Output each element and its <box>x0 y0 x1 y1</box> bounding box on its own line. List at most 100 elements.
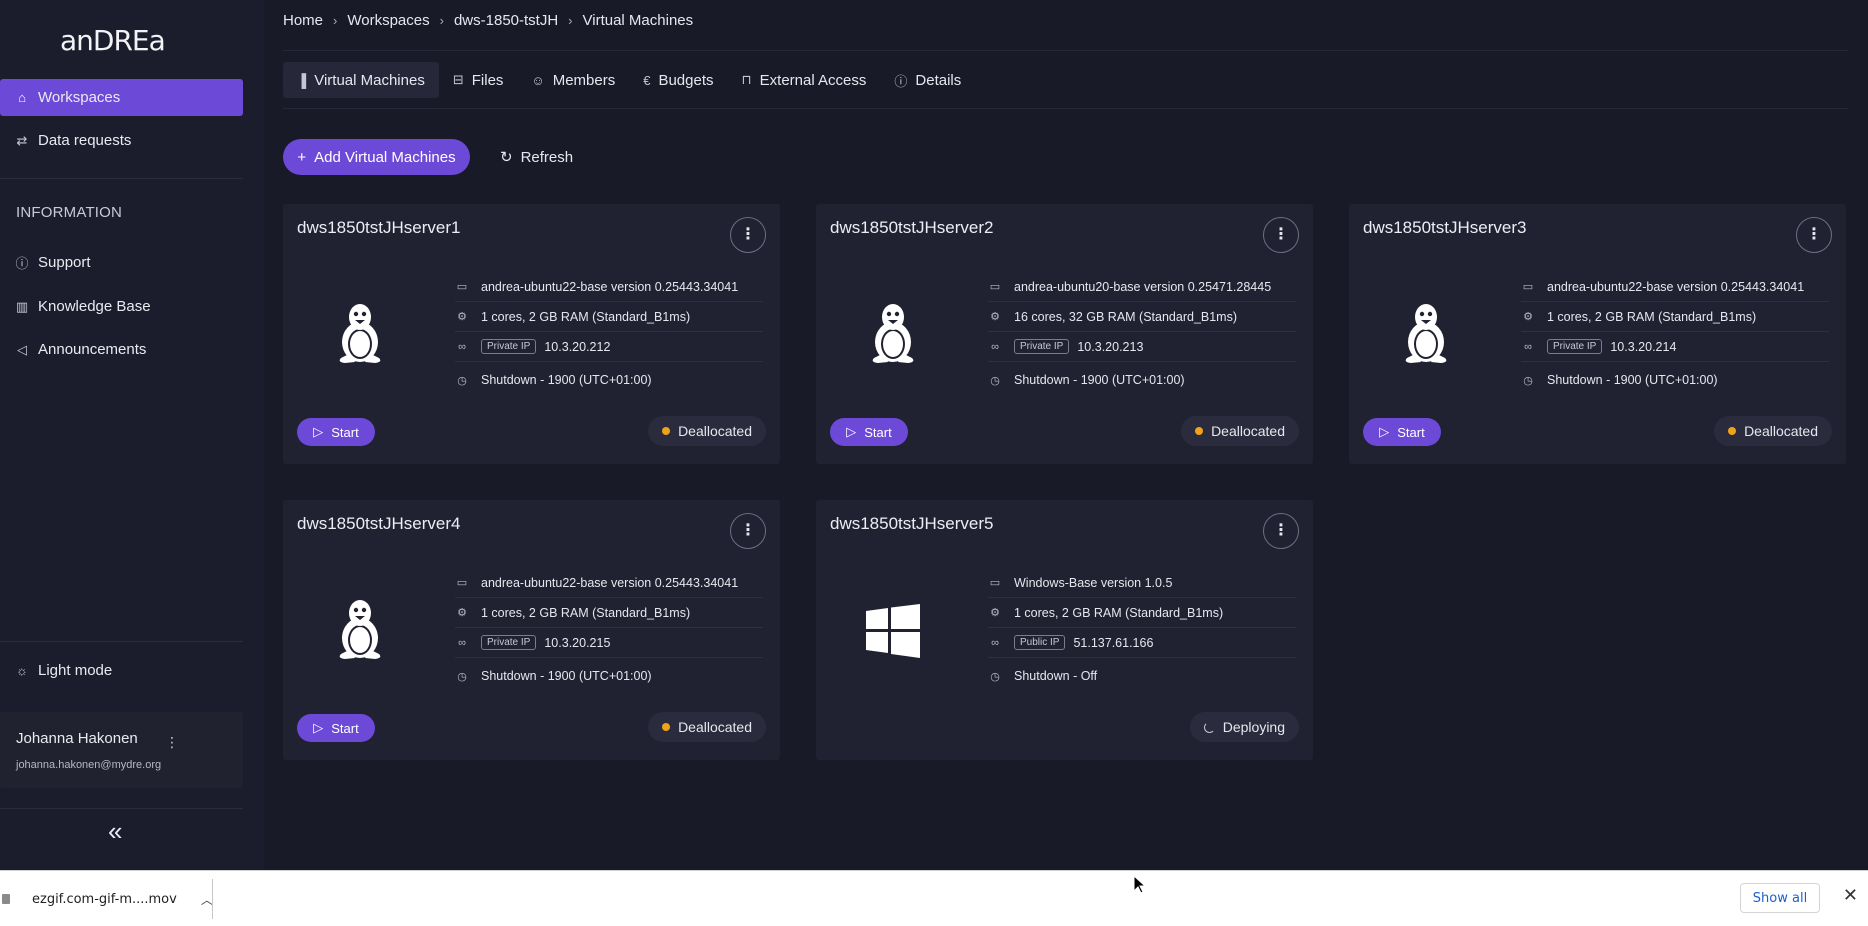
link-icon: ∞ <box>991 340 999 353</box>
sidebar-item-data-requests[interactable]: ⇄ Data requests <box>0 122 243 159</box>
vm-shutdown: Shutdown - 1900 (UTC+01:00) <box>1014 373 1185 387</box>
sidebar-item-label: Knowledge Base <box>38 298 151 315</box>
vm-shutdown-row: ◷ Shutdown - 1900 (UTC+01:00) <box>455 658 763 694</box>
vm-size-row: ⚙ 16 cores, 32 GB RAM (Standard_B1ms) <box>988 302 1296 332</box>
app-logo[interactable]: anDREa <box>60 20 182 60</box>
linux-tux-icon <box>866 300 920 364</box>
vm-name: dws1850tstJHserver2 <box>830 218 994 237</box>
chevron-right-icon: › <box>568 13 573 28</box>
show-all-button[interactable]: Show all <box>1740 883 1820 913</box>
euro-icon: € <box>643 72 651 88</box>
cpu-icon: ⚙ <box>1523 311 1533 323</box>
users-icon: ☺ <box>531 72 545 88</box>
refresh-button-label: Refresh <box>520 148 574 166</box>
breadcrumb-home[interactable]: Home <box>283 12 323 29</box>
vm-options-icon[interactable]: ⋮ <box>730 513 766 549</box>
tab-files[interactable]: ⊟ Files <box>439 62 518 98</box>
play-icon: ▷ <box>846 424 857 439</box>
tab-label: Members <box>552 71 616 89</box>
play-icon: ▷ <box>1379 424 1390 439</box>
vm-shutdown-row: ◷ Shutdown - 1900 (UTC+01:00) <box>1521 362 1829 398</box>
vm-ip: 10.3.20.215 <box>544 635 611 650</box>
tabs-divider <box>283 108 1848 109</box>
add-button-label: Add Virtual Machines <box>314 148 456 166</box>
refresh-button[interactable]: ↻ Refresh <box>500 139 580 175</box>
user-card: Johanna Hakonen johanna.hakonen@mydre.or… <box>0 712 243 788</box>
download-bar: ezgif.com-gif-m....mov ︿ Show all ✕ <box>0 870 1868 926</box>
vm-ip-row: ∞ Private IP 10.3.20.212 <box>455 332 763 362</box>
status-badge: Deallocated <box>648 712 766 742</box>
tab-members[interactable]: ☺ Members <box>517 62 629 98</box>
add-virtual-machines-button[interactable]: + Add Virtual Machines <box>283 139 470 175</box>
play-icon: ▷ <box>313 424 324 439</box>
sidebar-item-knowledge-base[interactable]: ▥ Knowledge Base <box>0 288 243 325</box>
info-circle-icon: ⓘ <box>15 256 29 271</box>
clock-icon: ◷ <box>990 670 1000 683</box>
cpu-icon: ⚙ <box>457 311 467 323</box>
start-button[interactable]: ▷ Start <box>297 714 375 742</box>
tab-bar: ▐ Virtual Machines ⊟ Files ☺ Members € B… <box>283 62 975 98</box>
storage-icon: ⊟ <box>452 72 464 87</box>
monitor-icon: ▭ <box>989 577 1001 589</box>
vm-image-row: ▭ andrea-ubuntu22-base version 0.25443.3… <box>455 568 763 598</box>
user-menu-icon[interactable]: ⋮ <box>165 734 179 751</box>
mouse-cursor-icon <box>1134 876 1146 894</box>
start-button[interactable]: ▷ Start <box>297 418 375 446</box>
start-button[interactable]: ▷ Start <box>1363 418 1441 446</box>
linux-tux-icon <box>333 300 387 364</box>
vm-name: dws1850tstJHserver5 <box>830 514 994 533</box>
vm-shutdown: Shutdown - Off <box>1014 669 1098 683</box>
breadcrumb-workspace[interactable]: dws-1850-tstJH <box>454 12 558 29</box>
download-divider <box>212 879 213 919</box>
vm-shutdown: Shutdown - 1900 (UTC+01:00) <box>481 669 652 683</box>
ip-type-badge: Private IP <box>1014 339 1070 354</box>
vm-size-row: ⚙ 1 cores, 2 GB RAM (Standard_B1ms) <box>455 302 763 332</box>
vm-size: 1 cores, 2 GB RAM (Standard_B1ms) <box>1547 309 1757 324</box>
sidebar-item-label: Data requests <box>38 132 132 149</box>
vm-size-row: ⚙ 1 cores, 2 GB RAM (Standard_B1ms) <box>1521 302 1829 332</box>
vm-name: dws1850tstJHserver4 <box>297 514 461 533</box>
vm-image: andrea-ubuntu22-base version 0.25443.340… <box>481 575 739 590</box>
sidebar-item-announcements[interactable]: ◁ Announcements <box>0 331 243 368</box>
start-button-label: Start <box>864 424 892 440</box>
vm-ip-row: ∞ Private IP 10.3.20.213 <box>988 332 1296 362</box>
breadcrumb: Home › Workspaces › dws-1850-tstJH › Vir… <box>283 12 693 29</box>
tab-virtual-machines[interactable]: ▐ Virtual Machines <box>283 62 439 98</box>
vm-shutdown-row: ◷ Shutdown - Off <box>988 658 1296 694</box>
collapse-sidebar-icon[interactable]: « <box>108 816 122 847</box>
andrea-logo-icon: anDREa <box>60 24 166 57</box>
vm-options-icon[interactable]: ⋮ <box>1796 217 1832 253</box>
sidebar-item-support[interactable]: ⓘ Support <box>0 244 243 281</box>
status-badge: Deallocated <box>1714 416 1832 446</box>
vm-options-icon[interactable]: ⋮ <box>1263 513 1299 549</box>
tab-budgets[interactable]: € Budgets <box>629 62 727 98</box>
close-icon[interactable]: ✕ <box>1843 885 1858 906</box>
vm-spec-list: ▭ andrea-ubuntu22-base version 0.25443.3… <box>455 568 763 694</box>
vm-options-icon[interactable]: ⋮ <box>730 217 766 253</box>
vm-image: andrea-ubuntu20-base version 0.25471.284… <box>1014 279 1272 294</box>
breadcrumb-workspaces[interactable]: Workspaces <box>347 12 429 29</box>
vm-ip: 10.3.20.213 <box>1077 339 1144 354</box>
download-item[interactable]: ezgif.com-gif-m....mov ︿ <box>0 871 213 926</box>
start-button-label: Start <box>331 720 359 736</box>
chevron-right-icon: › <box>333 13 338 28</box>
vm-ip: 10.3.20.214 <box>1610 339 1677 354</box>
status-dot-icon <box>662 427 671 435</box>
ip-type-badge: Private IP <box>481 339 537 354</box>
vm-image-row: ▭ Windows-Base version 1.0.5 <box>988 568 1296 598</box>
vm-size: 1 cores, 2 GB RAM (Standard_B1ms) <box>481 309 691 324</box>
vm-shutdown: Shutdown - 1900 (UTC+01:00) <box>481 373 652 387</box>
linux-tux-icon <box>1405 304 1447 363</box>
start-button-label: Start <box>331 424 359 440</box>
start-button[interactable]: ▷ Start <box>830 418 908 446</box>
vm-name: dws1850tstJHserver3 <box>1363 218 1527 237</box>
status-dot-icon <box>662 723 671 731</box>
tab-external-access[interactable]: ⊓ External Access <box>728 62 881 98</box>
vm-options-icon[interactable]: ⋮ <box>1263 217 1299 253</box>
tab-details[interactable]: ⓘ Details <box>880 62 975 98</box>
light-mode-toggle[interactable]: ☼ Light mode <box>0 652 243 689</box>
vm-card-3: dws1850tstJHserver3 ⋮ ▭ andrea-ubuntu22-… <box>1349 204 1846 464</box>
sidebar-item-workspaces[interactable]: ⌂ Workspaces <box>0 79 243 116</box>
linux-tux-icon <box>339 304 381 363</box>
vm-ip: 10.3.20.212 <box>544 339 611 354</box>
